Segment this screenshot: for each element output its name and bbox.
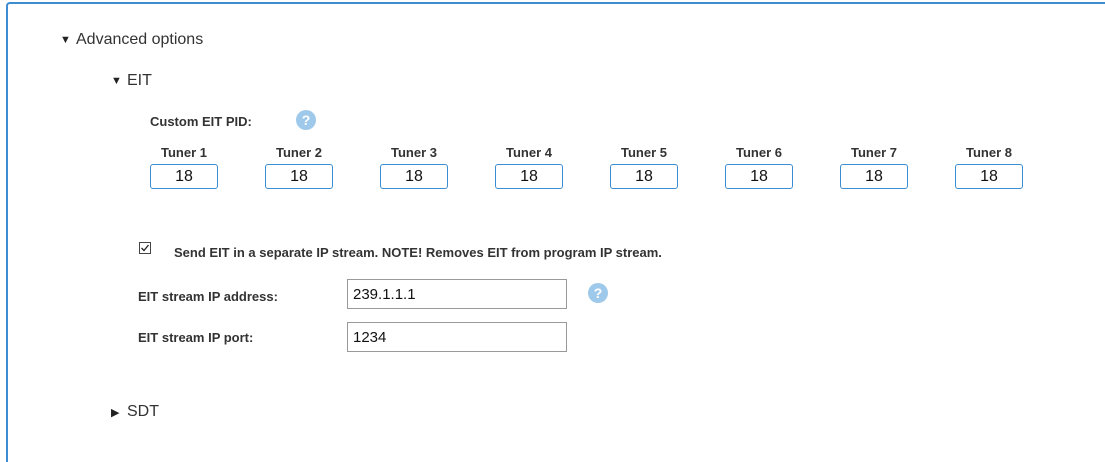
tuner-4-pid-input[interactable] xyxy=(495,164,563,189)
tuner-label: Tuner 2 xyxy=(276,145,322,160)
eit-ip-address-input[interactable] xyxy=(347,279,567,309)
tuner-label: Tuner 3 xyxy=(391,145,437,160)
custom-eit-pid-label: Custom EIT PID: xyxy=(150,114,252,129)
tuner-8: Tuner 8 xyxy=(955,145,1023,189)
tuner-label: Tuner 7 xyxy=(851,145,897,160)
sdt-toggle[interactable]: ▶ SDT xyxy=(111,403,159,421)
tuner-label: Tuner 8 xyxy=(966,145,1012,160)
sdt-label: SDT xyxy=(127,403,159,420)
tuner-5-pid-input[interactable] xyxy=(610,164,678,189)
eit-ip-port-label: EIT stream IP port: xyxy=(138,330,254,345)
tuner-label: Tuner 6 xyxy=(736,145,782,160)
tuner-1-pid-input[interactable] xyxy=(150,164,218,189)
tuner-7-pid-input[interactable] xyxy=(840,164,908,189)
tuner-8-pid-input[interactable] xyxy=(955,164,1023,189)
tuner-2-pid-input[interactable] xyxy=(265,164,333,189)
tuner-label: Tuner 4 xyxy=(506,145,552,160)
tuner-6: Tuner 6 xyxy=(725,145,793,189)
tuner-5: Tuner 5 xyxy=(610,145,678,189)
advanced-options-label: Advanced options xyxy=(76,31,204,48)
eit-label: EIT xyxy=(127,72,152,89)
advanced-options-panel xyxy=(6,2,1105,462)
separate-stream-checkbox[interactable] xyxy=(139,242,151,254)
triangle-right-icon: ▶ xyxy=(111,406,120,419)
help-icon[interactable]: ? xyxy=(296,110,316,130)
triangle-down-icon: ▼ xyxy=(60,34,71,46)
eit-toggle[interactable]: ▼ EIT xyxy=(111,72,152,90)
eit-ip-address-label: EIT stream IP address: xyxy=(138,289,278,304)
tuner-label: Tuner 5 xyxy=(621,145,667,160)
tuner-7: Tuner 7 xyxy=(840,145,908,189)
tuner-6-pid-input[interactable] xyxy=(725,164,793,189)
advanced-options-toggle[interactable]: ▼ Advanced options xyxy=(60,31,203,49)
tuner-4: Tuner 4 xyxy=(495,145,563,189)
tuner-2: Tuner 2 xyxy=(265,145,333,189)
eit-ip-port-input[interactable] xyxy=(347,322,567,352)
help-icon[interactable]: ? xyxy=(588,283,608,303)
tuner-3: Tuner 3 xyxy=(380,145,448,189)
separate-stream-label: Send EIT in a separate IP stream. NOTE! … xyxy=(174,245,662,260)
checkmark-icon xyxy=(141,244,150,252)
triangle-down-icon: ▼ xyxy=(111,75,122,87)
tuner-3-pid-input[interactable] xyxy=(380,164,448,189)
tuner-1: Tuner 1 xyxy=(150,145,218,189)
tuner-label: Tuner 1 xyxy=(161,145,207,160)
